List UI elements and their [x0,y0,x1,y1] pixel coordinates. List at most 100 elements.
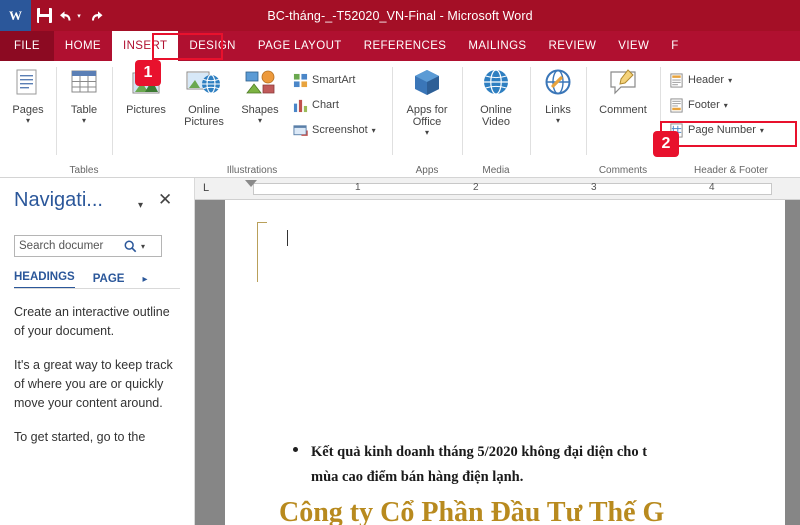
tab-page-layout[interactable]: PAGE LAYOUT [247,31,353,61]
links-icon [545,69,571,95]
tab-review-label: REVIEW [548,40,597,52]
navigation-pane-tabs: HEADINGS PAGE ▸ [14,265,179,289]
chevron-down-icon: ▾ [25,116,30,125]
nav-tab-headings[interactable]: HEADINGS [14,271,75,289]
document-page[interactable]: Kết quả kinh doanh tháng 5/2020 không đạ… [225,200,785,525]
page-number-button-label: Page Number [688,124,756,136]
search-input[interactable] [15,240,119,252]
table-icon [71,70,97,93]
chart-icon [293,99,308,112]
ribbon-group-header-footer: Header ▾ Footer ▾ Page Number ▾ Header &… [662,61,800,177]
document-bullet-paragraph[interactable]: Kết quả kinh doanh tháng 5/2020 không đạ… [293,440,783,490]
tab-view-label: VIEW [618,40,650,52]
group-separator [56,67,57,155]
nav-body-paragraph-3: To get started, go to the [14,430,146,444]
document-area: L 1 2 3 4 Kết quả kinh doanh tháng 5/202… [195,178,800,525]
margin-marker-vertical [257,222,258,282]
document-heading[interactable]: Công ty Cổ Phần Đầu Tư Thế G [279,497,800,525]
tab-stop-selector[interactable]: L [203,182,209,194]
nav-body-paragraph-1: Create an interactive outline of your do… [14,305,170,338]
navigation-pane-title: Navigati... [14,189,103,211]
horizontal-ruler[interactable]: L 1 2 3 4 [195,178,800,200]
online-video-button[interactable]: Online Video [464,61,528,128]
search-dropdown-icon[interactable]: ▾ [141,242,149,251]
group-separator [392,67,393,155]
pages-button[interactable]: Pages ▾ [2,61,54,125]
title-bar: W ▾ BC-tháng-_-T52020_VN-Final - Microso… [0,0,800,31]
chevron-down-icon: ▾ [728,75,733,85]
navigation-pane-body: Create an interactive outline of your do… [14,303,179,462]
tab-references-label: REFERENCES [363,40,447,52]
online-pictures-button[interactable]: Online Pictures [176,61,232,128]
ribbon-group-comments-label: Comments [598,165,648,176]
online-pictures-button-label: Online Pictures [184,104,224,128]
undo-button[interactable]: ▾ [57,0,83,31]
ribbon-group-tables-label: Tables [69,165,99,176]
chart-button-label: Chart [312,99,339,111]
comment-button[interactable]: Comment [588,61,658,116]
online-pictures-label-line2: Pictures [184,116,224,128]
smartart-button[interactable]: SmartArt [290,69,358,91]
tab-insert[interactable]: INSERT [112,31,179,61]
tab-foxit[interactable]: F [660,31,689,61]
ruler-strip [253,183,772,195]
online-video-icon [484,69,508,95]
header-button[interactable]: Header ▾ [666,69,735,91]
chevron-down-icon: ▾ [759,125,764,135]
search-icon[interactable] [119,240,141,253]
chevron-right-icon[interactable]: ▸ [142,274,147,289]
tab-insert-label: INSERT [123,40,168,52]
save-button[interactable] [31,0,57,31]
tab-design[interactable]: DESIGN [178,31,247,61]
links-button-label: Links [545,104,571,116]
word-window: W ▾ BC-tháng-_-T52020_VN-Final - Microso… [0,0,800,525]
shapes-button[interactable]: Shapes ▾ [234,61,286,125]
tab-mailings[interactable]: MAILINGS [457,31,537,61]
tab-page-layout-label: PAGE LAYOUT [257,40,342,52]
ribbon-group-tables: Table ▾ Tables [58,61,110,177]
ruler-number-4: 4 [709,182,715,193]
indent-marker[interactable] [245,180,257,187]
footer-button[interactable]: Footer ▾ [666,94,731,116]
search-box[interactable]: ▾ [14,235,162,257]
footer-button-label: Footer [688,99,720,111]
shapes-icon [245,70,275,94]
window-title: BC-tháng-_-T52020_VN-Final - Microsoft W… [267,8,533,23]
page-number-button[interactable]: Page Number ▾ [666,119,767,141]
ribbon-group-pages: Pages ▾ [2,61,54,177]
ribbon-group-apps-label: Apps [415,165,439,176]
ribbon-group-apps: Apps for Office ▾ Apps [394,61,460,177]
smartart-icon [293,73,308,87]
margin-marker [257,222,267,223]
table-button[interactable]: Table ▾ [58,61,110,125]
apps-for-office-button[interactable]: Apps for Office ▾ [394,61,460,137]
document-bullet-text: Kết quả kinh doanh tháng 5/2020 không đạ… [311,440,783,490]
tab-home[interactable]: HOME [54,31,112,61]
undo-icon [60,10,71,20]
screenshot-button[interactable]: Screenshot ▾ [290,119,379,141]
tab-review[interactable]: REVIEW [538,31,608,61]
ruler-number-3: 3 [591,182,597,193]
bullet-icon [293,447,298,452]
chevron-down-icon: ▾ [723,100,728,110]
chart-button[interactable]: Chart [290,94,342,116]
online-pictures-icon [186,71,220,94]
online-video-label-line2: Video [482,116,510,128]
chevron-down-icon[interactable]: ▾ [138,200,143,211]
save-icon [36,8,52,23]
footer-icon [670,97,683,113]
bullet-text-line2: mùa cao điểm bán hàng điện lạnh. [311,469,524,485]
ribbon: Pages ▾ Table ▾ Tables Pictures Online P… [0,61,800,178]
tab-file[interactable]: FILE [0,31,54,61]
tab-view[interactable]: VIEW [607,31,660,61]
nav-tab-pages[interactable]: PAGE [93,273,125,289]
nav-body-paragraph-2: It's a great way to keep track of where … [14,358,173,410]
bullet-text-line1: Kết quả kinh doanh tháng 5/2020 không đạ… [311,444,648,460]
redo-button[interactable] [83,0,109,31]
links-button[interactable]: Links ▾ [532,61,584,125]
ribbon-group-comments: Comment Comments [588,61,658,177]
tab-references[interactable]: REFERENCES [353,31,458,61]
word-logo-icon: W [0,0,31,31]
quick-access-toolbar: W ▾ [0,0,109,31]
close-icon[interactable]: ✕ [158,191,172,208]
